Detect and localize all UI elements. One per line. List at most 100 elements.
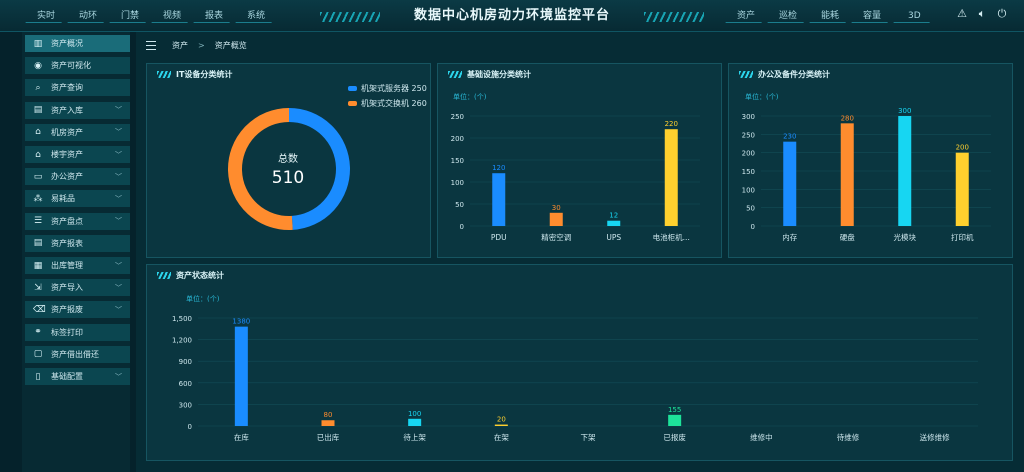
list-icon: ☰ [33, 216, 43, 227]
data-label: 100 [408, 410, 421, 418]
bar[interactable] [668, 414, 682, 426]
sidebar-item-label: 楼宇资产 [51, 150, 83, 159]
nav-label: 资产 [736, 11, 755, 21]
data-label: 20 [497, 416, 506, 424]
office-bar-chart: 0 50 100 150 200 250 300 230 内存 280 硬盘 300 光模块 200 打印机 [742, 107, 991, 242]
book-icon: ▯ [35, 371, 41, 382]
nav-label: 报表 [204, 11, 223, 21]
sidebar-item[interactable]: ◉ 资产可视化 [25, 57, 130, 75]
y-tick-label: 200 [742, 150, 755, 158]
sidebar-item[interactable]: ⌫ 资产报废 ﹀ [25, 301, 130, 319]
menu-toggle-icon[interactable] [146, 41, 156, 50]
x-tick-label: 已出库 [317, 432, 340, 442]
panel-title-text: 基础设施分类统计 [467, 70, 531, 79]
nav-label: 门禁 [120, 11, 139, 21]
chevron-down-icon: ﹀ [115, 150, 122, 159]
unit-label: 单位：(个) [186, 295, 220, 303]
sidebar-item-label: 资产可视化 [51, 61, 91, 71]
bar[interactable] [408, 418, 422, 426]
nav-item-inspect[interactable]: 巡检 [767, 9, 809, 23]
sidebar-item[interactable]: ⌂ 楼宇资产 ﹀ [25, 146, 130, 163]
alarm-icon[interactable]: ⚠ [956, 8, 968, 20]
y-tick-label: 300 [742, 113, 755, 121]
chevron-down-icon: ﹀ [115, 172, 122, 181]
sidebar-item[interactable]: ▢ 资产借出借还 [25, 345, 130, 363]
bar[interactable] [783, 141, 797, 226]
data-label: 230 [783, 133, 796, 141]
breadcrumb-separator: > [198, 41, 205, 50]
panel-title-text: 资产状态统计 [176, 271, 224, 280]
data-label: 12 [609, 212, 618, 220]
bar[interactable] [664, 129, 678, 226]
nav-item-system[interactable]: 系统 [235, 9, 277, 23]
chart-bar-icon: ▥ [33, 38, 43, 49]
data-label: 300 [898, 107, 911, 115]
bar[interactable] [494, 424, 508, 426]
sidebar-item[interactable]: ⌕ 资产查询 [25, 79, 130, 97]
link-icon: ⚭ [34, 327, 42, 338]
bar[interactable] [549, 212, 563, 226]
y-tick-label: 250 [742, 131, 755, 139]
sidebar-item[interactable]: ▤ 资产入库 ﹀ [25, 101, 130, 119]
sidebar-item[interactable]: ▥ 资产概况 [25, 35, 130, 52]
sidebar-item[interactable]: ▦ 出库管理 ﹀ [25, 257, 130, 274]
nav-item-realtime[interactable]: 实时 [25, 9, 67, 23]
sidebar-item[interactable]: ⁂ 易耗品 ﹀ [25, 190, 130, 208]
panel-title: 基础设施分类统计 [448, 69, 531, 80]
sidebar-item-label: 资产报表 [51, 238, 83, 248]
title-decoration [448, 71, 462, 78]
sidebar-item[interactable]: ⌂ 机房资产 ﹀ [25, 123, 130, 141]
power-icon[interactable]: ⏻ [996, 8, 1008, 20]
nav-item-video[interactable]: 视频 [151, 9, 193, 23]
chevron-down-icon: ﹀ [115, 261, 122, 270]
sidebar-item[interactable]: ☰ 资产盘点 ﹀ [25, 212, 130, 230]
x-tick-label: 内存 [782, 232, 797, 242]
legend-item[interactable]: 机架式服务器 250 [348, 81, 427, 96]
sidebar-item-label: 易耗品 [51, 194, 75, 204]
sidebar-item-label: 资产查询 [51, 83, 83, 93]
x-tick-label: 打印机 [951, 232, 974, 242]
y-tick-label: 0 [460, 223, 464, 231]
panel-title: 资产状态统计 [157, 270, 224, 281]
sidebar-item[interactable]: ⚭ 标签打印 [25, 323, 130, 341]
bar[interactable] [607, 220, 621, 226]
nav-item-3d[interactable]: 3D [893, 9, 935, 23]
data-label: 30 [552, 204, 561, 212]
chevron-down-icon: ﹀ [115, 128, 122, 137]
bar[interactable] [234, 326, 248, 426]
y-tick-label: 150 [451, 157, 464, 165]
nav-label: 容量 [862, 11, 881, 21]
nav-item-capacity[interactable]: 容量 [851, 9, 893, 23]
nav-item-report[interactable]: 报表 [193, 9, 235, 23]
x-tick-label: 硬盘 [840, 232, 855, 242]
bar[interactable] [840, 123, 854, 226]
title-decoration [739, 71, 753, 78]
nav-item-access[interactable]: 门禁 [109, 9, 151, 23]
sidebar-item[interactable]: ▭ 办公资产 ﹀ [25, 168, 130, 186]
y-tick-label: 100 [451, 179, 464, 187]
x-tick-label: 光模块 [894, 232, 917, 242]
top-icons: ⚠ 🔈︎ ⏻ [956, 8, 1008, 20]
data-label: 1380 [232, 318, 250, 326]
sidebar-item-label: 办公资产 [51, 172, 83, 182]
x-tick-label: 维修中 [750, 432, 773, 442]
nav-label: 系统 [246, 11, 265, 21]
nav-item-asset[interactable]: 资产 [725, 9, 767, 23]
sidebar-item[interactable]: ⇲ 资产导入 ﹀ [25, 279, 130, 297]
breadcrumb-root[interactable]: 资产 [172, 40, 188, 51]
donut-center-label: 总数 [278, 154, 298, 165]
nav-item-env[interactable]: 动环 [67, 9, 109, 23]
bar[interactable] [955, 152, 969, 226]
nav-item-energy[interactable]: 能耗 [809, 9, 851, 23]
sidebar-item[interactable]: ▯ 基础配置 ﹀ [25, 368, 130, 385]
sidebar-item-label: 资产盘点 [51, 216, 83, 226]
bar[interactable] [492, 173, 506, 226]
data-label: 200 [956, 144, 969, 152]
bar[interactable] [321, 420, 335, 426]
bar[interactable] [898, 116, 912, 226]
legend-item[interactable]: 机架式交换机 260 [348, 96, 427, 111]
volume-icon[interactable]: 🔈︎ [976, 8, 988, 20]
chevron-down-icon: ﹀ [115, 217, 122, 226]
legend-swatch [348, 86, 357, 91]
sidebar-item[interactable]: ▤ 资产报表 [25, 234, 130, 252]
